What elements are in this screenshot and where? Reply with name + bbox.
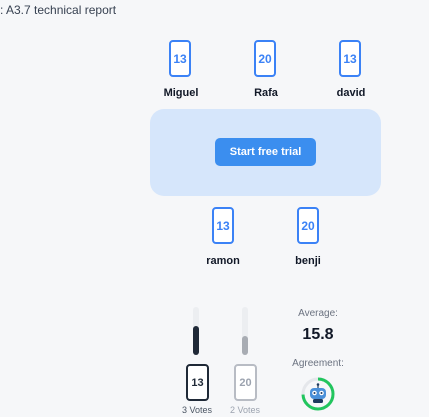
player-name-ramon: ramon xyxy=(206,255,240,267)
vote-bar-fill-13 xyxy=(193,326,199,355)
player-card-miguel: 13 xyxy=(169,40,191,77)
player-card-benji: 20 xyxy=(297,207,319,244)
player-name-rafa: Rafa xyxy=(254,87,278,99)
player-card-david: 13 xyxy=(339,40,361,77)
robot-icon xyxy=(310,383,326,403)
vote-bar-20 xyxy=(242,307,248,355)
average-label: Average: xyxy=(298,308,338,319)
vote-card-13: 13 xyxy=(186,364,209,401)
player-name-david: david xyxy=(336,87,366,99)
agreement-ring xyxy=(301,377,335,411)
player-card-ramon: 13 xyxy=(212,207,234,244)
vote-bar-13 xyxy=(193,307,199,355)
agreement-label: Agreement: xyxy=(292,358,344,369)
start-free-trial-button[interactable]: Start free trial xyxy=(215,138,316,166)
vote-count-20: 2 Votes xyxy=(229,405,261,415)
player-name-miguel: Miguel xyxy=(163,87,199,99)
average-value: 15.8 xyxy=(302,326,334,343)
player-name-benji: benji xyxy=(295,255,321,267)
player-card-rafa: 20 xyxy=(254,40,276,77)
vote-card-20: 20 xyxy=(234,364,257,401)
breadcrumb: : A3.7 technical report xyxy=(0,3,117,17)
vote-bar-fill-20 xyxy=(242,336,248,355)
vote-count-13: 3 Votes xyxy=(181,405,213,415)
